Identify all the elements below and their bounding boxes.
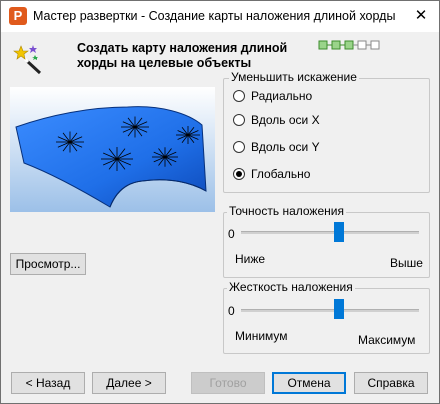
- accuracy-slider-thumb[interactable]: [333, 222, 344, 242]
- wizard-step-box: [331, 40, 341, 50]
- radio-global[interactable]: [233, 168, 245, 180]
- accuracy-slider-track[interactable]: [241, 231, 419, 234]
- back-button[interactable]: < Назад: [11, 372, 85, 394]
- stiffness-slider-track[interactable]: [241, 309, 419, 312]
- window-title: Мастер развертки - Создание карты наложе…: [33, 9, 396, 23]
- radio-along-x[interactable]: [233, 114, 245, 126]
- cancel-button[interactable]: Отмена: [272, 372, 346, 394]
- radio-radial-label[interactable]: Радиально: [251, 89, 312, 103]
- radio-along-x-label[interactable]: Вдоль оси X: [251, 113, 320, 127]
- app-logo-icon: P: [9, 7, 27, 25]
- accuracy-min-label: Ниже: [235, 252, 266, 266]
- stiffness-value-label: 0: [228, 304, 235, 318]
- mapping-accuracy-legend: Точность наложения: [227, 204, 346, 218]
- preview-button[interactable]: Просмотр...: [10, 253, 86, 275]
- accuracy-value-label: 0: [228, 227, 235, 241]
- close-button[interactable]: ✕: [404, 1, 438, 31]
- wizard-step-box: [318, 40, 328, 50]
- title-bar[interactable]: P Мастер развертки - Создание карты нало…: [1, 1, 439, 32]
- stiffness-max-label: Максимум: [358, 333, 416, 347]
- magic-wand-icon: [13, 45, 42, 75]
- wizard-window: P Мастер развертки - Создание карты нало…: [0, 0, 440, 404]
- wizard-step-box: [370, 40, 380, 50]
- wizard-step-box: [344, 40, 354, 50]
- stiffness-slider-thumb[interactable]: [333, 299, 344, 319]
- radio-along-y[interactable]: [233, 141, 245, 153]
- next-button[interactable]: Далее >: [92, 372, 166, 394]
- wizard-step-indicator: [318, 40, 380, 50]
- radio-along-y-label[interactable]: Вдоль оси Y: [251, 140, 320, 154]
- finish-button[interactable]: Готово: [191, 372, 265, 394]
- help-button[interactable]: Справка: [354, 372, 428, 394]
- accuracy-max-label: Выше: [390, 256, 423, 270]
- radio-radial[interactable]: [233, 90, 245, 102]
- radio-global-label[interactable]: Глобально: [251, 167, 310, 181]
- stiffness-min-label: Минимум: [235, 329, 288, 343]
- mapping-stiffness-legend: Жесткость наложения: [227, 280, 355, 294]
- reduce-distortion-legend: Уменьшить искажение: [229, 70, 359, 84]
- surface-preview-image: [10, 87, 215, 212]
- wizard-step-box: [357, 40, 367, 50]
- page-heading: Создать карту наложения длиной хорды на …: [77, 41, 288, 70]
